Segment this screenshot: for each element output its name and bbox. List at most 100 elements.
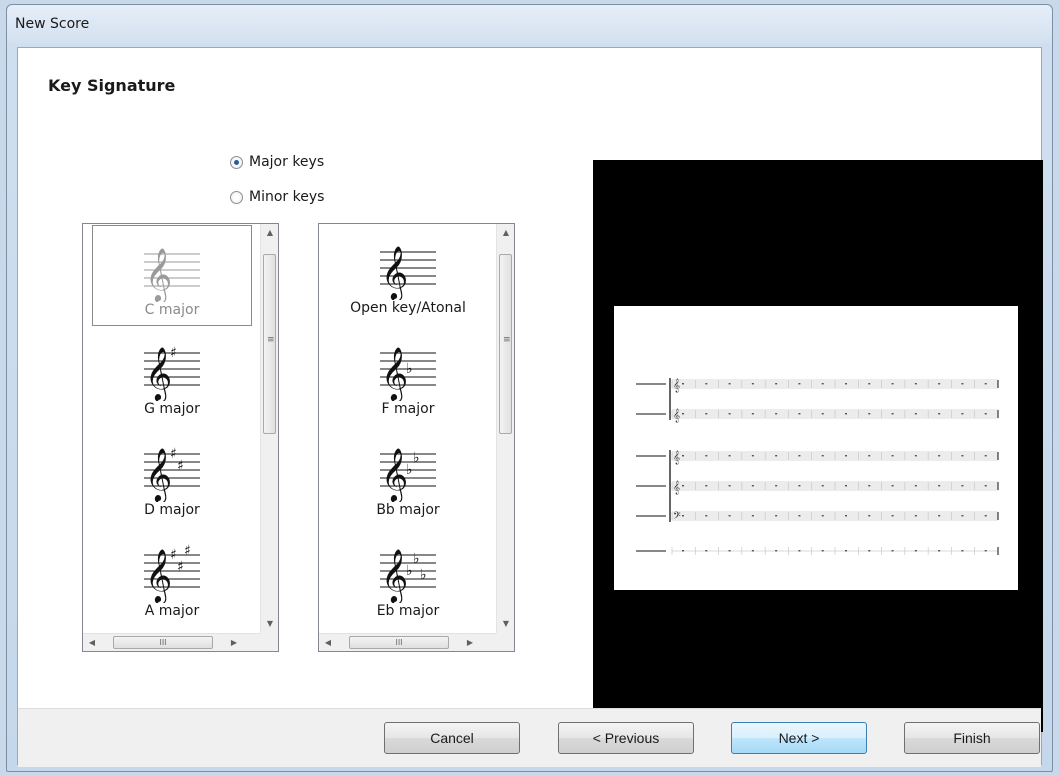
key-item[interactable]: 𝄞 ♭ ♭ ♭ Eb major — [319, 527, 497, 628]
scroll-up-arrow-icon[interactable]: ▲ — [497, 228, 514, 237]
scroll-grip-icon: ≡ — [267, 335, 275, 345]
preview-staff: 𝄞 — [636, 450, 999, 464]
major-keys-radio[interactable]: Major keys — [230, 154, 324, 170]
treble-clef-icon: 𝄞 — [673, 378, 680, 392]
flat-vertical-scrollbar[interactable]: ▲ ≡ ▼ — [496, 224, 514, 634]
rest — [751, 515, 754, 517]
rest — [868, 413, 871, 415]
sharp-icon: ♯ — [170, 446, 177, 462]
flat-keys-list[interactable]: 𝄞 Open key/Atonal 𝄞 ♭ F major 𝄞 ♭ ♭ Bb major 𝄞 ♭ ♭ ♭… — [318, 223, 515, 652]
rest — [845, 515, 847, 517]
key-item[interactable]: 𝄞 ♭ F major — [319, 325, 497, 426]
major-keys-label: Major keys — [249, 154, 325, 170]
rest — [705, 383, 708, 385]
finish-button[interactable]: Finish — [904, 722, 1040, 754]
title-bar[interactable]: New Score — [7, 5, 1052, 43]
key-item[interactable]: 𝄞 ♭ ♭ Bb major — [319, 426, 497, 527]
key-label: Bb major — [376, 502, 440, 518]
key-item[interactable]: 𝄞 C major — [92, 225, 252, 326]
sharp-hscroll-thumb[interactable]: III — [113, 636, 213, 649]
score-preview: 𝄞 𝄞 𝄞 𝄞 𝄢 — [593, 160, 1043, 732]
scroll-left-arrow-icon[interactable]: ◀ — [319, 638, 337, 647]
rest — [821, 383, 824, 385]
key-label: Open key/Atonal — [350, 300, 466, 316]
rest — [705, 550, 708, 552]
key-signature-staff-icon: 𝄞♭♭ — [380, 447, 436, 503]
treble-clef-icon: 𝄞 — [381, 346, 408, 401]
key-staff: 𝄞 ♭ — [378, 333, 438, 402]
rest — [682, 383, 684, 385]
key-item[interactable]: 𝄞 ♯ G major — [83, 325, 261, 426]
rest — [914, 455, 917, 457]
key-signature-staff-icon: 𝄞♯♯ — [144, 446, 200, 503]
rest — [961, 485, 964, 487]
key-staff: 𝄞 ♭ ♭ — [378, 434, 438, 503]
rest — [798, 515, 801, 517]
rest — [868, 485, 871, 487]
key-signature-staff-icon: 𝄞♭♭♭ — [380, 548, 436, 604]
treble-clef-icon: 𝄞 — [145, 346, 172, 401]
rest — [798, 550, 801, 552]
rest — [868, 515, 871, 517]
flat-hscroll-thumb[interactable]: III — [349, 636, 449, 649]
rest — [821, 413, 824, 415]
flat-icon: ♭ — [406, 462, 413, 478]
rest — [961, 550, 964, 552]
sharp-keys-list[interactable]: 𝄞 C major 𝄞 ♯ G major 𝄞 ♯ ♯ D major 𝄞 ♯ ♯ ♯ A major ▲… — [82, 223, 279, 652]
key-label: D major — [144, 502, 200, 518]
scroll-grip-icon: ≡ — [503, 335, 511, 345]
key-staff: 𝄞 ♯ ♯ — [142, 434, 202, 503]
flat-vscroll-thumb[interactable]: ≡ — [499, 254, 512, 434]
rest — [728, 455, 731, 457]
rest — [961, 383, 964, 385]
cancel-button[interactable]: Cancel — [384, 722, 520, 754]
scroll-left-arrow-icon[interactable]: ◀ — [83, 638, 101, 647]
key-label: A major — [144, 603, 200, 619]
rest — [938, 455, 941, 457]
rest — [845, 455, 847, 457]
scroll-down-arrow-icon[interactable]: ▼ — [497, 619, 514, 628]
scroll-right-arrow-icon[interactable]: ▶ — [225, 638, 243, 647]
rest — [798, 413, 801, 415]
rest — [984, 515, 987, 517]
key-item[interactable]: 𝄞 ♯ ♯ ♯ A major — [83, 527, 261, 628]
next-button[interactable]: Next > — [731, 722, 867, 754]
sharp-icon: ♯ — [184, 543, 191, 559]
treble-clef-icon: 𝄞 — [673, 450, 680, 464]
preview-staff: 𝄞 — [636, 480, 999, 494]
key-item[interactable]: 𝄞 Open key/Atonal — [319, 224, 497, 325]
rest — [891, 550, 894, 552]
radio-indicator-minor[interactable] — [230, 190, 243, 204]
key-signature-staff-icon: 𝄞♯ — [144, 345, 200, 402]
key-signature-staff-icon: 𝄞♭ — [380, 346, 436, 402]
rest — [938, 413, 941, 415]
rest — [914, 383, 917, 385]
instrument-name — [636, 515, 666, 517]
scroll-up-arrow-icon[interactable]: ▲ — [261, 228, 278, 237]
sharp-icon: ♯ — [177, 458, 184, 474]
rest — [984, 413, 987, 415]
key-staff: 𝄞 ♭ ♭ ♭ — [378, 535, 438, 604]
sharp-vscroll-thumb[interactable]: ≡ — [263, 254, 276, 434]
flat-horizontal-scrollbar[interactable]: ◀ III ▶ — [319, 633, 497, 651]
sharp-icon: ♯ — [170, 345, 177, 361]
rest — [705, 413, 708, 415]
rest — [984, 485, 987, 487]
key-staff: 𝄞 — [142, 234, 202, 303]
rest — [868, 550, 871, 552]
sharp-vertical-scrollbar[interactable]: ▲ ≡ ▼ — [260, 224, 278, 634]
rest — [845, 413, 847, 415]
flat-icon: ♭ — [420, 567, 427, 583]
sharp-horizontal-scrollbar[interactable]: ◀ III ▶ — [83, 633, 261, 651]
flat-icon: ♭ — [406, 361, 413, 377]
rest — [821, 485, 824, 487]
rest — [938, 515, 941, 517]
scroll-right-arrow-icon[interactable]: ▶ — [461, 638, 479, 647]
scroll-down-arrow-icon[interactable]: ▼ — [261, 619, 278, 628]
minor-keys-radio[interactable]: Minor keys — [230, 189, 324, 205]
minor-keys-label: Minor keys — [249, 189, 325, 205]
previous-button[interactable]: < Previous — [558, 722, 694, 754]
radio-indicator-major[interactable] — [230, 155, 243, 169]
flat-icon: ♭ — [413, 551, 420, 567]
key-item[interactable]: 𝄞 ♯ ♯ D major — [83, 426, 261, 527]
